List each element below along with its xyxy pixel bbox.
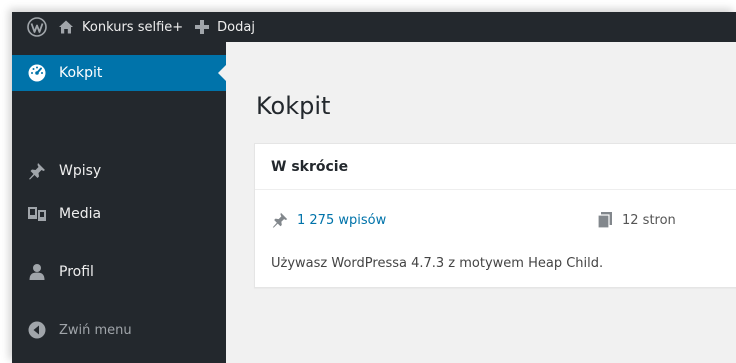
sidebar-item-kokpit[interactable]: Kokpit: [12, 55, 226, 91]
glance-counts: 1 275 wpisów 12 stron: [271, 210, 731, 230]
pages-count-link[interactable]: 12 stron: [622, 213, 676, 228]
dashboard-icon: [27, 63, 47, 83]
posts-count-item: 1 275 wpisów: [271, 211, 386, 229]
pages-icon: [596, 211, 614, 229]
home-icon: [59, 20, 73, 34]
site-name-link[interactable]: Konkurs selfie+: [58, 12, 183, 42]
pin-icon: [27, 161, 47, 181]
media-icon: [27, 204, 47, 224]
at-a-glance-widget: W skrócie 1 275 wpisów 12 stron Używasz …: [254, 143, 736, 288]
admin-bar: Konkurs selfie+ Dodaj: [12, 12, 736, 42]
widget-title-label: W skrócie: [271, 158, 349, 175]
collapse-menu-label: Zwiń menu: [59, 322, 132, 338]
user-icon: [27, 262, 47, 282]
new-content-button[interactable]: Dodaj: [195, 12, 255, 42]
page-title: Kokpit: [256, 92, 331, 120]
admin-sidebar: Kokpit Wpisy Media Profil Zwiń menu: [12, 42, 226, 363]
sidebar-item-label: Media: [59, 206, 102, 222]
collapse-menu-button[interactable]: Zwiń menu: [12, 312, 226, 348]
new-content-label: Dodaj: [217, 19, 255, 35]
sidebar-item-media[interactable]: Media: [12, 196, 226, 232]
wp-admin-screen: Konkurs selfie+ Dodaj Kokpit Wpisy Media…: [12, 12, 736, 363]
widget-title[interactable]: W skrócie: [255, 144, 736, 190]
sidebar-item-label: Kokpit: [59, 65, 103, 81]
pin-icon: [271, 211, 289, 229]
posts-count-link[interactable]: 1 275 wpisów: [297, 213, 386, 228]
site-name-label: Konkurs selfie+: [82, 19, 184, 35]
collapse-arrow-icon: [27, 320, 47, 340]
version-info: Używasz WordPressa 4.7.3 z motywem Heap …: [271, 256, 604, 271]
sidebar-item-wpisy[interactable]: Wpisy: [12, 153, 226, 189]
wp-logo-button[interactable]: [20, 12, 54, 42]
sidebar-item-label: Wpisy: [59, 163, 102, 179]
pages-count-item: 12 stron: [596, 211, 676, 229]
sidebar-item-profil[interactable]: Profil: [12, 254, 226, 290]
plus-icon: [195, 20, 210, 34]
sidebar-item-label: Profil: [59, 264, 94, 280]
wordpress-logo-icon: [27, 17, 47, 37]
